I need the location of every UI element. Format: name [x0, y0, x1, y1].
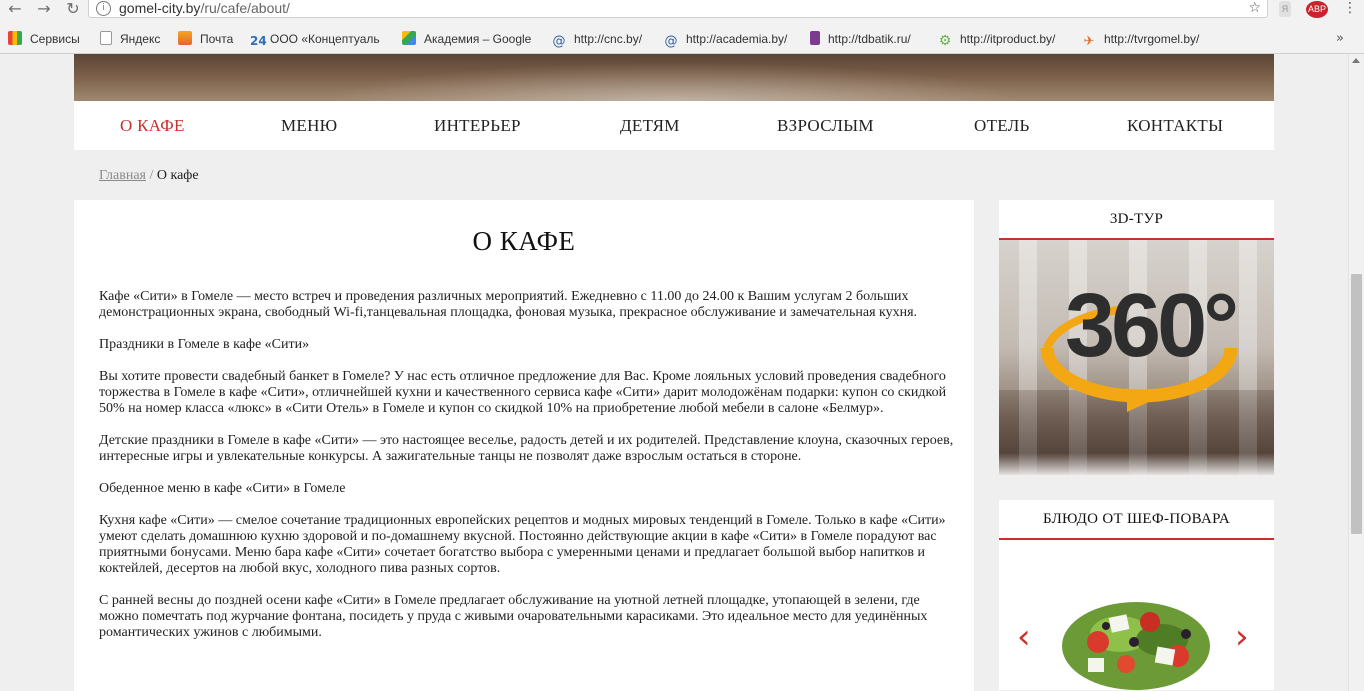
bookmark-mail[interactable]: Почта — [178, 25, 233, 53]
article-paragraph: Кухня кафе «Сити» — смелое сочетание тра… — [99, 513, 946, 576]
page-scrollbar[interactable] — [1348, 54, 1364, 691]
nav-item-about[interactable]: О КАФЕ — [120, 101, 185, 150]
scrollbar-thumb[interactable] — [1351, 274, 1362, 534]
bookmark-services[interactable]: Сервисы — [8, 25, 80, 53]
back-arrow-icon[interactable]: ← — [4, 0, 26, 18]
url-path: /ru/cafe/about/ — [200, 0, 290, 16]
nav-item-hotel[interactable]: ОТЕЛЬ — [974, 101, 1030, 150]
adblock-label: ABP — [1307, 4, 1326, 14]
tour-360-link[interactable]: 360° — [999, 240, 1274, 475]
article-paragraph: Кафе «Сити» в Гомеле — место встреч и пр… — [99, 289, 918, 320]
gear-icon: ⚙ — [938, 33, 952, 49]
carousel-next-arrow-icon[interactable]: › — [1235, 620, 1249, 654]
nav-item-menu[interactable]: МЕНЮ — [281, 101, 337, 150]
scroll-up-arrow-icon[interactable] — [1352, 58, 1360, 63]
adblock-extension-icon[interactable]: ABP — [1306, 1, 1328, 18]
forward-arrow-icon[interactable]: → — [33, 0, 55, 18]
nav-item-adults[interactable]: ВЗРОСЛЫМ — [777, 101, 874, 150]
header-banner-image — [74, 54, 1274, 101]
breadcrumb-home-link[interactable]: Главная — [99, 168, 146, 183]
carousel-prev-arrow-icon[interactable]: ‹ — [1017, 620, 1031, 654]
reload-icon[interactable]: ↻ — [62, 0, 84, 18]
bookmark-kontseptual[interactable]: 24 ООО «Концептуаль — [250, 25, 380, 53]
yandex-extension-icon[interactable]: Я — [1279, 1, 1291, 17]
bookmark-label: Яндекс — [120, 32, 161, 46]
bookmark-cnc[interactable]: @ http://cnc.by/ — [552, 25, 643, 53]
bookmark-academia[interactable]: @ http://academia.by/ — [664, 25, 788, 53]
article-subheading: Обеденное меню в кафе «Сити» в Гомеле — [99, 481, 346, 496]
article-paragraph: Детские праздники в Гомеле в кафе «Сити»… — [99, 433, 954, 464]
chef-widget-title: БЛЮДО ОТ ШЕФ-ПОВАРА — [999, 500, 1274, 540]
bookmark-label: http://cnc.by/ — [574, 32, 643, 46]
article-subheading: Праздники в Гомеле в кафе «Сити» — [99, 337, 310, 352]
bookmark-label: Сервисы — [30, 32, 80, 46]
breadcrumb-current: О кафе — [156, 168, 199, 183]
bookmark-google-academy[interactable]: Академия – Google — [402, 25, 531, 53]
address-url[interactable]: gomel-city.by/ru/cafe/about/ — [119, 0, 290, 17]
article-paragraph: Вы хотите провести свадебный банкет в Го… — [99, 369, 947, 416]
content-panel: О КАФЕ Кафе «Сити» в Гомеле — место встр… — [74, 200, 974, 691]
number-24-icon: 24 — [250, 34, 267, 48]
swirl-icon: @ — [552, 34, 566, 49]
bookmark-tvrgomel[interactable]: ✈ http://tvrgomel.by/ — [1082, 25, 1200, 53]
bookmark-label: ООО «Концептуаль — [270, 32, 380, 46]
chef-dish-widget: БЛЮДО ОТ ШЕФ-ПОВАРА ‹ › — [999, 500, 1274, 690]
page-icon — [100, 31, 112, 45]
nav-item-interior[interactable]: ИНТЕРЬЕР — [434, 101, 521, 150]
breadcrumb-separator: / — [149, 168, 154, 183]
bookmarks-overflow-icon[interactable]: » — [1336, 25, 1344, 53]
dish-carousel: ‹ › — [999, 540, 1274, 690]
bookmark-label: Академия – Google — [424, 32, 532, 46]
breadcrumb: Главная / О кафе — [99, 168, 199, 184]
bookmark-label: http://academia.by/ — [686, 32, 788, 46]
tour-360-badge: 360° — [1065, 276, 1239, 376]
address-bar[interactable]: i gomel-city.by/ru/cafe/about/ ☆ — [88, 0, 1268, 18]
bookmark-label: http://itproduct.by/ — [960, 32, 1056, 46]
bookmark-yandex[interactable]: Яндекс — [100, 25, 160, 53]
article-paragraph: С ранней весны до поздней осени кафе «Си… — [99, 593, 928, 640]
info-icon[interactable]: i — [96, 1, 111, 16]
dish-image[interactable] — [1060, 594, 1212, 690]
bookmark-tdbatik[interactable]: http://tdbatik.ru/ — [810, 25, 911, 53]
b-logo-icon — [810, 31, 820, 45]
nav-item-contacts[interactable]: КОНТАКТЫ — [1127, 101, 1223, 150]
page-viewport: О КАФЕ МЕНЮ ИНТЕРЬЕР ДЕТЯМ ВЗРОСЛЫМ ОТЕЛ… — [0, 54, 1348, 691]
google-drive-icon — [402, 31, 416, 45]
image-fade — [999, 453, 1274, 475]
tour-widget: 3D-ТУР 360° — [999, 200, 1274, 475]
bookmark-star-icon[interactable]: ☆ — [1248, 0, 1261, 17]
page-title: О КАФЕ — [472, 226, 576, 256]
bookmark-label: Почта — [200, 32, 234, 46]
mail-icon — [178, 31, 192, 45]
apps-icon — [8, 31, 22, 45]
bookmark-itproduct[interactable]: ⚙ http://itproduct.by/ — [938, 25, 1056, 53]
bookmark-label: http://tdbatik.ru/ — [828, 32, 911, 46]
bookmarks-bar: Сервисы Яндекс Почта 24 ООО «Концептуаль … — [0, 25, 1364, 54]
url-host: gomel-city.by — [119, 0, 201, 16]
swirl-icon: @ — [664, 34, 678, 49]
article-body: Кафе «Сити» в Гомеле — место встреч и пр… — [99, 289, 954, 657]
browser-menu-icon[interactable]: ⋮ — [1343, 0, 1357, 18]
main-nav: О КАФЕ МЕНЮ ИНТЕРЬЕР ДЕТЯМ ВЗРОСЛЫМ ОТЕЛ… — [74, 101, 1274, 150]
nav-item-kids[interactable]: ДЕТЯМ — [620, 101, 680, 150]
tv-icon: ✈ — [1083, 34, 1095, 49]
tour-widget-title: 3D-ТУР — [999, 200, 1274, 240]
browser-toolbar: ← → ↻ i gomel-city.by/ru/cafe/about/ ☆ Я… — [0, 0, 1364, 25]
bookmark-label: http://tvrgomel.by/ — [1104, 32, 1200, 46]
